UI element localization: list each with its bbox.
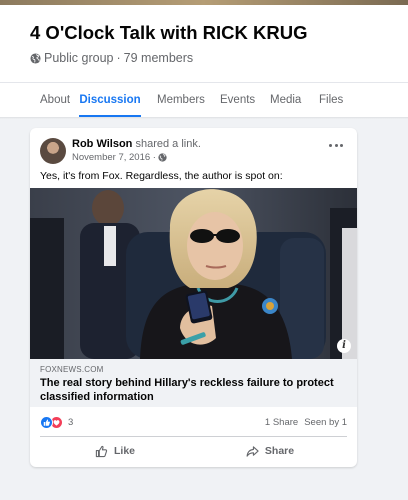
header-divider [0, 117, 408, 119]
group-tabs: About Discussion Members Events Media Fi… [0, 82, 408, 118]
post-date[interactable]: November 7, 2016 · [72, 152, 156, 163]
meta-separator: · [116, 51, 121, 65]
post-card: Rob Wilson shared a link. November 7, 20… [30, 128, 357, 467]
avatar[interactable] [40, 138, 66, 164]
link-photo [30, 188, 357, 359]
share-button[interactable]: Share [195, 439, 345, 463]
like-button[interactable]: Like [40, 439, 190, 463]
link-preview[interactable]: FOXNEWS.COM The real story behind Hillar… [30, 359, 357, 407]
post-author-line: Rob Wilson shared a link. [72, 138, 201, 150]
post-text: Yes, it's from Fox. Regardless, the auth… [40, 170, 283, 182]
reactions-summary[interactable]: 3 [40, 415, 73, 429]
actions-divider [40, 436, 347, 437]
group-meta: Public group · 79 members [30, 51, 193, 65]
tab-discussion[interactable]: Discussion [79, 83, 141, 118]
group-member-count[interactable]: 79 members [124, 51, 193, 65]
tab-files[interactable]: Files [319, 83, 343, 118]
post-meta: November 7, 2016 · [72, 152, 167, 163]
more-options-icon[interactable] [329, 142, 343, 148]
link-title: The real story behind Hillary's reckless… [40, 377, 334, 403]
post-stats: 1 Share Seen by 1 [265, 417, 347, 428]
tab-about[interactable]: About [40, 83, 70, 118]
like-button-label: Like [113, 445, 135, 457]
seen-by-count[interactable]: Seen by 1 [304, 417, 347, 428]
tab-media[interactable]: Media [270, 83, 301, 118]
globe-icon [158, 153, 167, 162]
post-author-name[interactable]: Rob Wilson [72, 138, 132, 150]
reaction-count: 3 [68, 416, 74, 428]
group-privacy: Public group [44, 51, 114, 65]
group-header: 4 O'Clock Talk with RICK KRUG Public gro… [0, 5, 408, 118]
tab-events[interactable]: Events [220, 83, 255, 118]
post-action-text: shared a link. [135, 138, 201, 150]
thumbs-up-icon [95, 445, 108, 457]
like-reaction-icon [40, 415, 53, 429]
share-count[interactable]: 1 Share [265, 417, 298, 428]
info-icon[interactable]: i [337, 339, 351, 353]
link-preview-image[interactable]: i [30, 188, 357, 359]
link-domain: FOXNEWS.COM [40, 365, 104, 374]
share-arrow-icon [246, 445, 259, 457]
globe-icon [30, 52, 41, 64]
group-title[interactable]: 4 O'Clock Talk with RICK KRUG [30, 22, 307, 44]
tab-members[interactable]: Members [157, 83, 205, 118]
share-button-label: Share [264, 445, 295, 457]
